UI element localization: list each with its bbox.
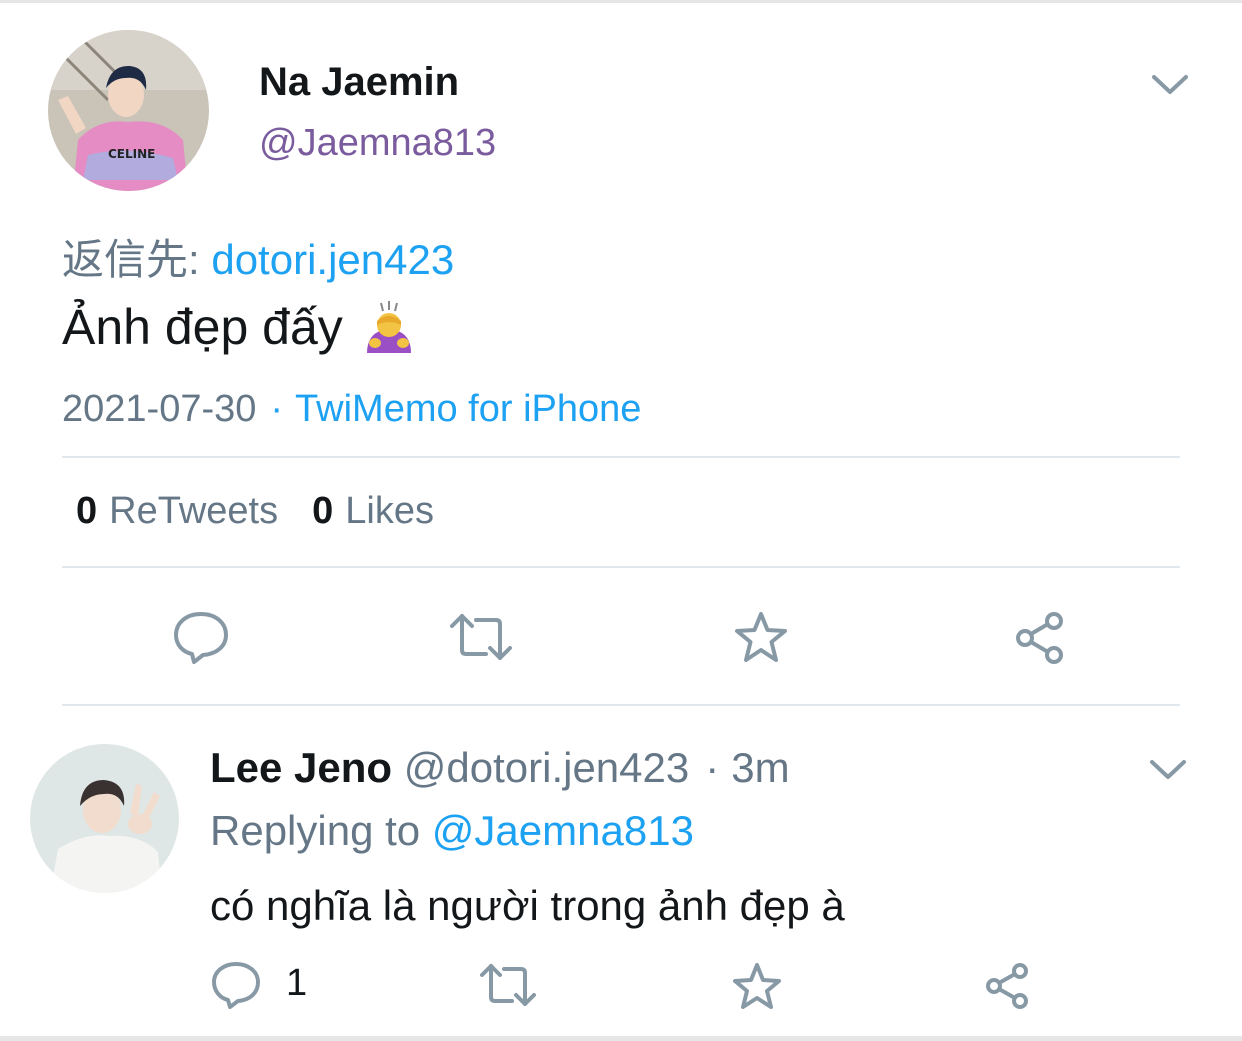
author-handle[interactable]: @Jaemna813 — [259, 122, 496, 165]
bottom-border — [0, 1036, 1242, 1041]
reply-count: 1 — [286, 962, 308, 1004]
tweet-meta: 2021-07-30 · TwiMemo for iPhone — [62, 388, 641, 431]
reply-author-avatar[interactable] — [30, 744, 179, 893]
tweet-text: Ảnh đẹp đấy — [62, 298, 417, 356]
divider — [62, 566, 1180, 568]
reply-to-label: 返信先: — [62, 236, 200, 283]
reply-to-link[interactable]: dotori.jen423 — [211, 236, 454, 283]
chevron-down-icon[interactable] — [1148, 757, 1188, 783]
retweet-count: 0 — [76, 490, 98, 532]
tweet-source-link[interactable]: TwiMemo for iPhone — [295, 388, 641, 430]
divider — [62, 704, 1180, 706]
reply-text: có nghĩa là người trong ảnh đẹp à — [210, 882, 845, 929]
reply-to-line: 返信先: dotori.jen423 — [62, 226, 454, 287]
top-border — [0, 0, 1242, 3]
star-icon[interactable] — [732, 962, 782, 1010]
chevron-down-icon[interactable] — [1150, 72, 1190, 98]
reply-separator: · — [705, 744, 720, 791]
meta-separator: · — [270, 388, 284, 430]
author-avatar[interactable]: CELINE — [48, 30, 209, 191]
replying-to-mention[interactable]: @Jaemna813 — [432, 807, 694, 854]
reply-time: 3m — [731, 744, 790, 791]
star-icon[interactable] — [733, 610, 789, 664]
reply-author-name[interactable]: Lee Jeno — [210, 744, 392, 791]
reply-author-handle[interactable]: @dotori.jen423 — [404, 744, 690, 791]
retweet-icon[interactable] — [450, 612, 512, 662]
reply-header: Lee Jeno @dotori.jen423 · 3m — [210, 744, 790, 792]
like-label[interactable]: Likes — [345, 490, 434, 532]
speech-bubble-icon[interactable] — [210, 960, 262, 1010]
retweet-label[interactable]: ReTweets — [109, 490, 278, 532]
person-bowing-emoji — [366, 301, 411, 353]
tweet-date: 2021-07-30 — [62, 388, 257, 430]
replying-to-line: Replying to @Jaemna813 — [210, 807, 694, 855]
tweet-text-content: Ảnh đẹp đấy — [62, 299, 343, 355]
retweet-icon[interactable] — [480, 963, 536, 1007]
replying-to-label: Replying to — [210, 807, 421, 854]
divider — [62, 456, 1180, 458]
share-icon[interactable] — [1012, 610, 1068, 666]
speech-bubble-icon[interactable] — [172, 610, 230, 664]
tweet-stats: 0 ReTweets 0 Likes — [76, 490, 468, 533]
share-icon[interactable] — [982, 962, 1032, 1010]
svg-text:CELINE: CELINE — [108, 147, 155, 161]
author-name[interactable]: Na Jaemin — [259, 60, 459, 105]
like-count: 0 — [312, 490, 334, 532]
